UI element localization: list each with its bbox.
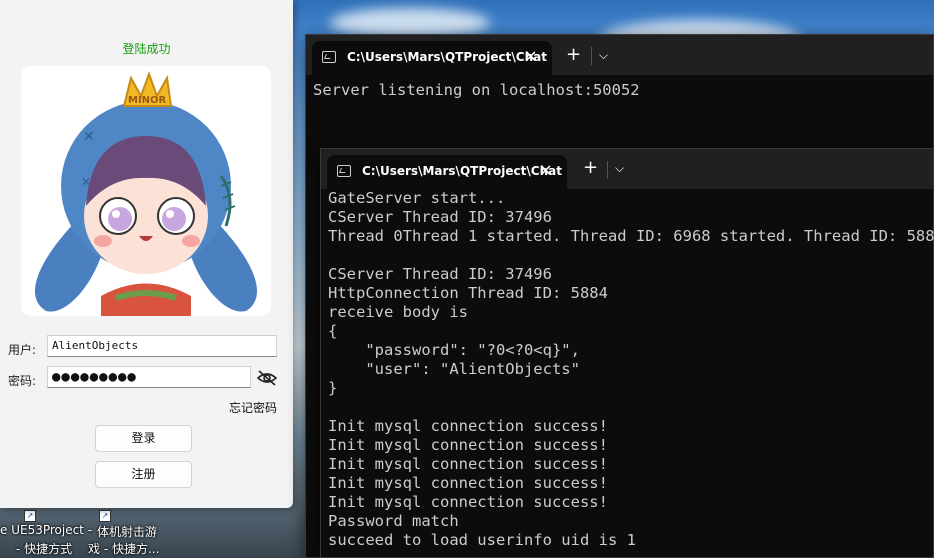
password-label: 密码: (8, 374, 37, 388)
console-line: Init mysql connection success! (328, 474, 608, 492)
desktop-shortcut-label[interactable]: 体机射击游 (97, 523, 157, 540)
terminal-tab[interactable]: C:\Users\Mars\QTProject\Chat ✕ (327, 155, 567, 189)
svg-text:✕: ✕ (83, 129, 95, 145)
console-line: { (328, 322, 338, 340)
shortcut-arrow-icon: ↗ (24, 510, 36, 522)
user-label: 用户: (8, 343, 37, 357)
new-tab-plus-icon[interactable]: + (566, 44, 581, 65)
console-line: receive body is (328, 303, 468, 321)
desktop-shortcut-label[interactable]: 戏 - 快捷方... (88, 540, 159, 557)
forgot-password-link[interactable]: 忘记密码 (229, 399, 277, 416)
console-line: "password": "?0<?0<q}", (328, 341, 580, 359)
tab-dropdown-chevron-icon[interactable]: ⌵ (599, 48, 608, 63)
console-line: Password match (328, 512, 459, 530)
password-input[interactable]: ●●●●●●●●● (47, 366, 251, 388)
terminal-titlebar: C:\Users\Mars\QTProject\Chat ✕ + ⌵ (306, 35, 933, 75)
console-line: GateServer start... (328, 189, 506, 207)
tab-title: C:\Users\Mars\QTProject\Chat (362, 164, 562, 178)
login-status-text: 登陆成功 (122, 42, 171, 56)
tab-dropdown-chevron-icon[interactable]: ⌵ (615, 161, 624, 176)
register-button[interactable]: 注册 (95, 461, 192, 488)
divider (607, 161, 608, 179)
tab-title: C:\Users\Mars\QTProject\Chat (347, 50, 547, 64)
console-line: Init mysql connection success! (328, 493, 608, 511)
avatar: MINOR ✕ ✕ (21, 66, 271, 316)
console-line: Init mysql connection success! (328, 436, 608, 454)
avatar-illustration-icon: MINOR ✕ ✕ (34, 71, 258, 316)
console-line: CServer Thread ID: 37496 (328, 265, 552, 283)
divider (591, 47, 592, 65)
login-button[interactable]: 登录 (95, 425, 192, 452)
close-tab-icon[interactable]: ✕ (524, 47, 537, 66)
console-line: "user": "AlientObjects" (328, 360, 580, 378)
console-line: HttpConnection Thread ID: 5884 (328, 284, 608, 302)
console-line: succeed to load userinfo uid is 1 (328, 531, 636, 549)
hide-password-eye-icon[interactable] (256, 368, 278, 388)
terminal-icon (322, 51, 336, 63)
desktop-shortcut-label[interactable]: e UE53Project - (0, 523, 92, 537)
login-window: 登陆成功 MINOR ✕ ✕ 用户: AlientObjects 密码: ●●●… (0, 0, 293, 508)
crown-text: MINOR (128, 95, 167, 106)
terminal-tab[interactable]: C:\Users\Mars\QTProject\Chat ✕ (312, 41, 552, 75)
console-output-line: Server listening on localhost:50052 (313, 81, 640, 99)
terminal-titlebar: C:\Users\Mars\QTProject\Chat ✕ + ⌵ (321, 149, 933, 189)
console-line: } (328, 379, 338, 397)
console-line: CServer Thread ID: 37496 (328, 208, 552, 226)
close-tab-icon[interactable]: ✕ (539, 161, 552, 180)
svg-text:✕: ✕ (81, 175, 91, 189)
desktop-shortcut-label[interactable]: - 快捷方式 (16, 540, 72, 557)
console-line: Init mysql connection success! (328, 455, 608, 473)
terminal-icon (337, 165, 351, 177)
console-line: Init mysql connection success! (328, 417, 608, 435)
terminal-window-front: C:\Users\Mars\QTProject\Chat ✕ + ⌵ GateS… (320, 148, 934, 558)
console-line: Thread 0Thread 1 started. Thread ID: 696… (328, 227, 934, 245)
username-input[interactable]: AlientObjects (47, 335, 277, 357)
shortcut-arrow-icon: ↗ (99, 510, 111, 522)
new-tab-plus-icon[interactable]: + (583, 157, 598, 178)
